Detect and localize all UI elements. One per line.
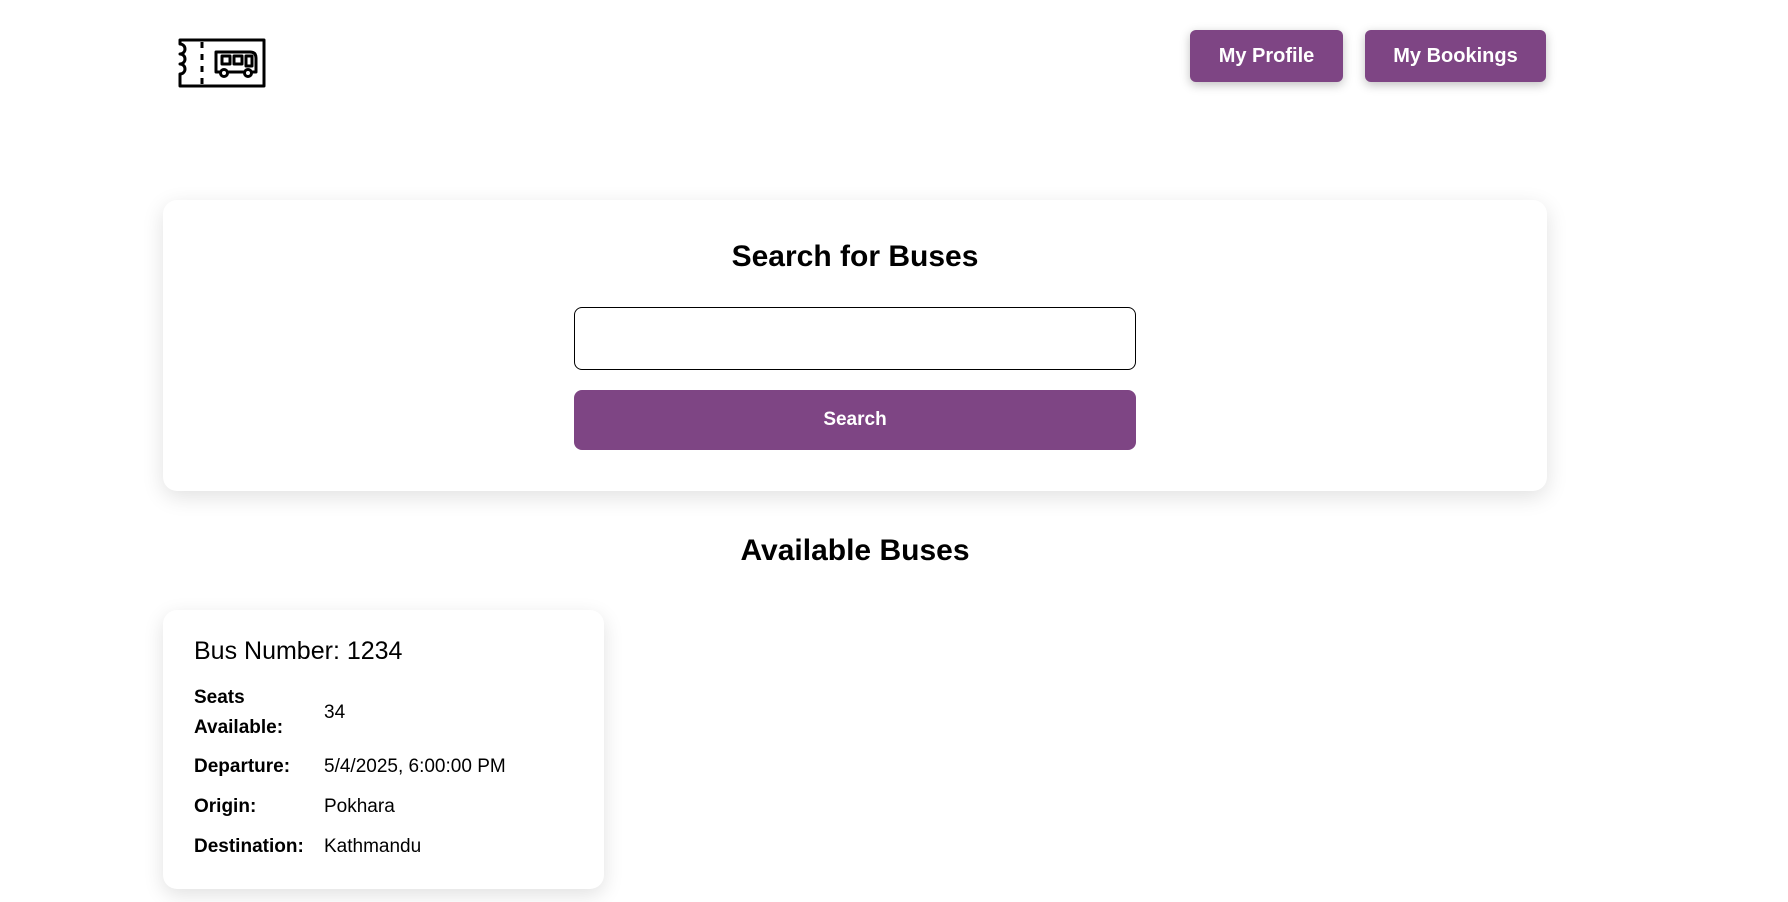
- my-bookings-button[interactable]: My Bookings: [1365, 30, 1546, 82]
- bus-ticket-icon: [176, 38, 268, 90]
- bus-number: Bus Number: 1234: [194, 637, 402, 666]
- search-panel: Search for Buses Search: [163, 200, 1547, 491]
- bus-number-value: 1234: [346, 637, 403, 665]
- seats-available-value: 34: [324, 702, 346, 723]
- departure-value: 5/4/2025, 6:00:00 PM: [324, 756, 506, 777]
- available-buses-title: Available Buses: [740, 534, 970, 567]
- departure-label: Departure:: [194, 756, 291, 777]
- origin-value: Pokhara: [324, 796, 395, 817]
- origin-label: Origin:: [194, 796, 257, 817]
- search-input[interactable]: [574, 307, 1136, 370]
- seats-available-label: Seats Available:: [194, 687, 284, 738]
- destination-label: Destination:: [194, 836, 304, 857]
- destination-value: Kathmandu: [324, 836, 422, 857]
- bus-card: Bus Number: 1234 Seats Available: 34 Dep…: [163, 610, 604, 889]
- my-profile-button[interactable]: My Profile: [1190, 30, 1343, 82]
- search-title: Search for Buses: [731, 240, 979, 273]
- search-button[interactable]: Search: [574, 390, 1136, 450]
- bus-number-label: Bus Number:: [194, 637, 340, 665]
